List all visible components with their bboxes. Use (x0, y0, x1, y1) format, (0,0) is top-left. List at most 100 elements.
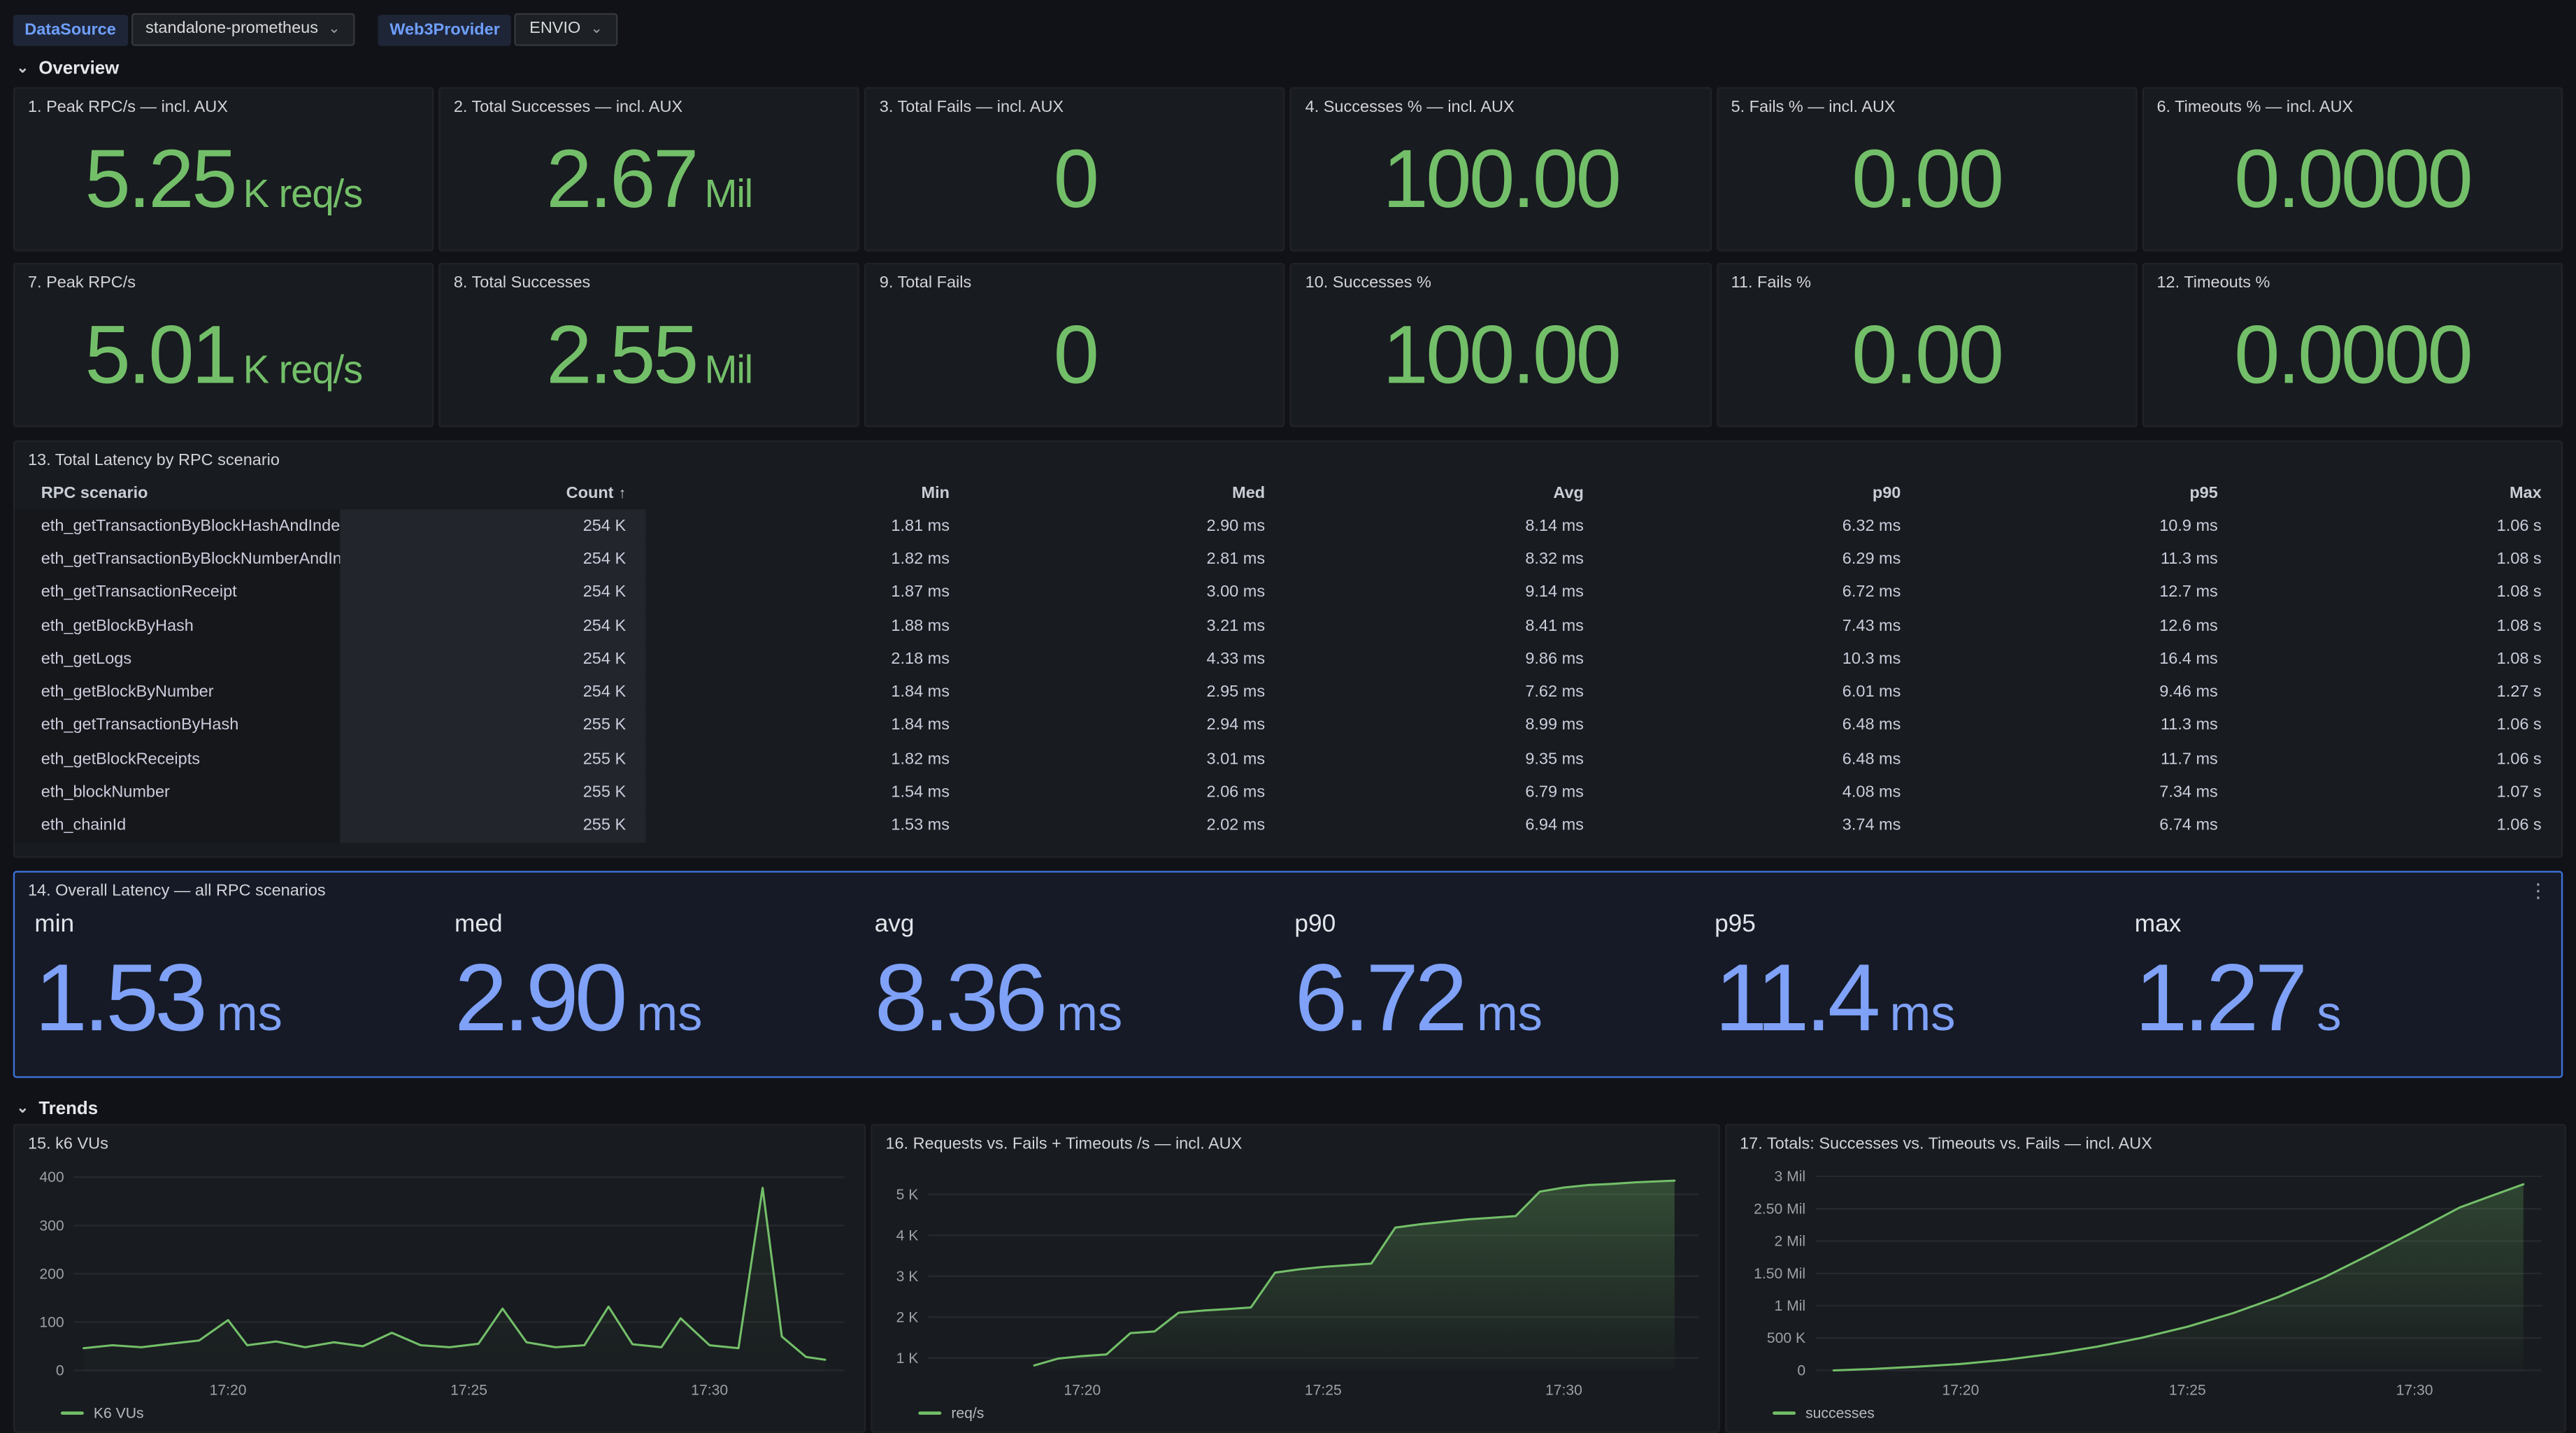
cell-min: 1.82 ms (645, 750, 969, 769)
legend-label: req/s (951, 1405, 984, 1421)
svg-text:400: 400 (39, 1169, 64, 1185)
stat-panel: 1. Peak RPC/s — incl. AUX 5.25K req/s (13, 87, 434, 252)
stat-panel: 6. Timeouts % — incl. AUX 0.0000 (2142, 87, 2563, 252)
panel-title: 14. Overall Latency — all RPC scenarios (15, 873, 2561, 901)
dashboard-variables-bar: DataSource standalone-prometheus ⌄ Web3P… (0, 0, 2576, 51)
chevron-down-icon: ⌄ (16, 1105, 29, 1114)
cell-min: 1.84 ms (645, 717, 969, 735)
cell-p95: 11.3 ms (1921, 550, 2238, 569)
cell-avg: 6.79 ms (1285, 784, 1603, 802)
latency-table-panel: 13. Total Latency by RPC scenario RPC sc… (13, 441, 2563, 858)
cell-min: 2.18 ms (645, 650, 969, 669)
chevron-down-icon: ⌄ (328, 25, 341, 34)
requests-rate-chart-plot[interactable]: 1 K2 K3 K4 K5 K17:2017:2517:30 (885, 1157, 1708, 1403)
column-header-med[interactable]: Med (969, 484, 1285, 502)
panel-title: 15. k6 VUs (28, 1136, 851, 1154)
chevron-down-icon: ⌄ (16, 64, 29, 73)
svg-text:17:20: 17:20 (210, 1383, 247, 1399)
svg-text:200: 200 (39, 1266, 64, 1282)
panel-menu-icon[interactable]: ⋮ (2528, 881, 2548, 900)
cell-max: 1.08 s (2238, 550, 2561, 569)
stat-value: 0 (866, 292, 1284, 425)
cell-scenario: eth_getTransactionByBlockNumberAndIndex (15, 543, 340, 576)
svg-text:0: 0 (56, 1363, 64, 1379)
cell-scenario: eth_chainId (15, 810, 340, 843)
cell-p95: 11.7 ms (1921, 750, 2238, 769)
requests-rate-chart-panel: 16. Requests vs. Fails + Timeouts /s — i… (871, 1124, 1720, 1433)
panel-title: 13. Total Latency by RPC scenario (15, 442, 2561, 470)
stat-panel: 9. Total Fails 0 (865, 263, 1286, 427)
table-row: eth_getTransactionByHash 255 K 1.84 ms 2… (15, 709, 2561, 743)
cell-med: 2.95 ms (969, 684, 1285, 702)
cell-avg: 9.14 ms (1285, 584, 1603, 602)
stat-panel: 2. Total Successes — incl. AUX 2.67Mil (439, 87, 860, 252)
column-header-min[interactable]: Min (645, 484, 969, 502)
cell-count: 255 K (340, 776, 645, 810)
datasource-var-select[interactable]: standalone-prometheus ⌄ (131, 13, 355, 46)
svg-text:17:20: 17:20 (1942, 1383, 1979, 1399)
stat-panel: 8. Total Successes 2.55Mil (439, 263, 860, 427)
latency-table: RPC scenario Count↑ Min Med Avg p90 p95 … (15, 476, 2561, 856)
svg-text:500 K: 500 K (1767, 1330, 1805, 1346)
cell-scenario: eth_getBlockByHash (15, 609, 340, 643)
section-title: Overview (38, 59, 119, 79)
cell-p95: 11.3 ms (1921, 717, 2238, 735)
stat-value: 0.00 (1718, 117, 2135, 250)
legend-item[interactable]: req/s (885, 1405, 1705, 1421)
section-header-trends[interactable]: ⌄ Trends (0, 1091, 2576, 1124)
stat-panel: 3. Total Fails — incl. AUX 0 (865, 87, 1286, 252)
cell-scenario: eth_getTransactionByBlockHashAndIndex (15, 509, 340, 543)
stat-p90: p90 6.72ms (1288, 911, 1708, 1047)
column-header-p95[interactable]: p95 (1921, 484, 2238, 502)
svg-text:2 K: 2 K (896, 1309, 919, 1325)
stat-min: min 1.53ms (28, 911, 448, 1047)
legend-item[interactable]: successes (1740, 1405, 2552, 1421)
stat-panel: 11. Fails % 0.00 (1716, 263, 2137, 427)
section-title: Trends (38, 1099, 98, 1119)
panel-title: 10. Successes % (1292, 264, 1710, 292)
cell-p90: 7.43 ms (1603, 617, 1920, 635)
panel-title: 12. Timeouts % (2144, 264, 2561, 292)
panel-title: 4. Successes % — incl. AUX (1292, 89, 1710, 117)
column-header-avg[interactable]: Avg (1285, 484, 1603, 502)
stat-value: 0.0000 (2144, 292, 2561, 425)
stat-max: max 1.27s (2128, 911, 2548, 1047)
panel-title: 16. Requests vs. Fails + Timeouts /s — i… (885, 1136, 1705, 1154)
stat-value: 2.55Mil (441, 292, 858, 425)
svg-text:300: 300 (39, 1218, 64, 1234)
cell-p90: 3.74 ms (1603, 817, 1920, 835)
section-header-overview[interactable]: ⌄ Overview (0, 51, 2576, 84)
svg-text:4 K: 4 K (896, 1227, 919, 1243)
cell-min: 1.82 ms (645, 550, 969, 569)
cell-p90: 6.48 ms (1603, 750, 1920, 769)
cell-scenario: eth_getBlockReceipts (15, 743, 340, 776)
k6-vus-chart-plot[interactable]: 010020030040017:2017:2517:30 (28, 1157, 854, 1403)
legend-item[interactable]: K6 VUs (28, 1405, 851, 1421)
cell-p95: 7.34 ms (1921, 784, 2238, 802)
cell-scenario: eth_getTransactionReceipt (15, 576, 340, 610)
cell-count: 254 K (340, 643, 645, 676)
totals-chart-plot[interactable]: 0500 K1 Mil1.50 Mil2 Mil2.50 Mil3 Mil17:… (1740, 1157, 2552, 1403)
svg-text:17:25: 17:25 (450, 1383, 487, 1399)
svg-text:1.50 Mil: 1.50 Mil (1754, 1266, 1805, 1282)
column-header-p90[interactable]: p90 (1603, 484, 1920, 502)
panel-title: 7. Peak RPC/s (15, 264, 432, 292)
cell-max: 1.08 s (2238, 584, 2561, 602)
series-color-swatch (918, 1411, 941, 1415)
table-row: eth_getTransactionReceipt 254 K 1.87 ms … (15, 576, 2561, 610)
legend-label: successes (1805, 1405, 1875, 1421)
cell-med: 2.81 ms (969, 550, 1285, 569)
provider-variable: Web3Provider ENVIO ⌄ (378, 13, 617, 46)
svg-text:3 K: 3 K (896, 1269, 919, 1285)
cell-avg: 8.41 ms (1285, 617, 1603, 635)
provider-var-select[interactable]: ENVIO ⌄ (515, 13, 617, 46)
column-header-count[interactable]: Count↑ (340, 484, 645, 502)
cell-p95: 9.46 ms (1921, 684, 2238, 702)
column-header-scenario[interactable]: RPC scenario (15, 476, 340, 509)
table-row: eth_getTransactionByBlockHashAndIndex 25… (15, 509, 2561, 543)
grafana-dashboard: DataSource standalone-prometheus ⌄ Web3P… (0, 0, 2576, 1433)
table-row: eth_getBlockByHash 254 K 1.88 ms 3.21 ms… (15, 609, 2561, 643)
column-header-max[interactable]: Max (2238, 484, 2561, 502)
stat-value: 0.00 (1718, 292, 2135, 425)
svg-text:2 Mil: 2 Mil (1774, 1234, 1805, 1250)
